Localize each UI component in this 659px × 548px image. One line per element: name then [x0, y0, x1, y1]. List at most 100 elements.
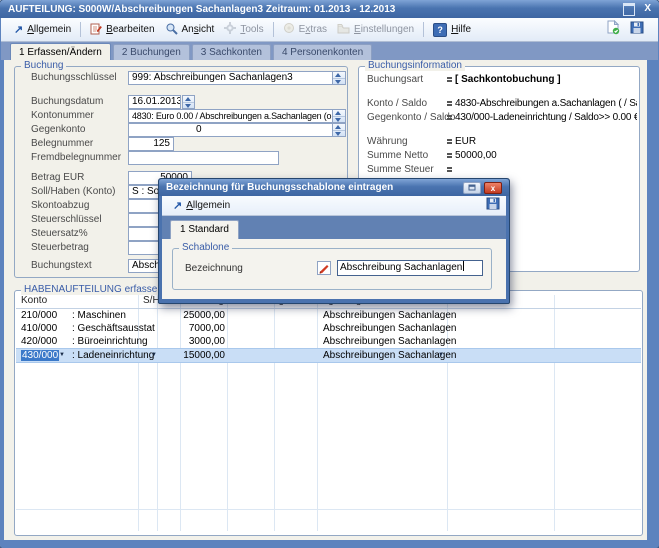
steuersatz-label: Steuersatz% [31, 228, 88, 239]
habenaufteilung-group-title: HABENAUFTEILUNG erfassen [21, 284, 166, 295]
fremdbelegnummer-input[interactable] [128, 151, 279, 165]
bezeichnung-value: Abschreibung Sachanlagen [340, 262, 462, 273]
dialog-title: Bezeichnung für Buchungsschablone eintra… [166, 182, 393, 193]
menu-einstellungen-label: Einstellungen [354, 24, 414, 35]
konto-saldo-value: 4830-Abschreibungen a.Sachanlagen ( / Sa… [455, 98, 637, 109]
menu-ansicht-label: Ansicht [182, 24, 215, 35]
dialog-tab-strip: 1 Standard [162, 216, 506, 239]
spinner-icon[interactable] [332, 124, 345, 136]
dialog-restore-icon[interactable] [463, 182, 481, 194]
buchungsart-label: Buchungsart [367, 74, 423, 85]
menu-extras: Extras [278, 20, 332, 39]
table-row-selected[interactable]: 430/000 ▼ : Ladeneinrichtung ▼ 15000,00 … [16, 348, 641, 363]
toolbar-separator [423, 22, 424, 37]
cell-netto: 15000,00 [166, 349, 225, 362]
cell-netto: 3000,00 [166, 335, 225, 348]
soll-haben-label: Soll/Haben (Konto) [31, 186, 116, 197]
menu-ansicht[interactable]: Ansicht [160, 20, 220, 40]
cell-name: : Büroeinrichtung [72, 335, 148, 348]
bezeichnung-label: Bezeichnung [185, 263, 243, 274]
window-titlebar[interactable]: AUFTEILUNG: S000W/Abschreibungen Sachanl… [0, 0, 659, 18]
window-title: AUFTEILUNG: S000W/Abschreibungen Sachanl… [8, 4, 395, 15]
spinner-icon[interactable] [332, 110, 345, 122]
kontonummer-value: 4830: Euro 0.00 / Abschreibungen a.Sacha… [132, 110, 331, 122]
bullet-icon [447, 77, 452, 79]
toolbar-separator [273, 22, 274, 37]
bullet-icon [447, 139, 452, 141]
buchungsart-value: [ Sachkontobuchung ] [455, 74, 561, 85]
save-button[interactable] [630, 21, 644, 39]
cell-konto: 210/000 [21, 309, 57, 322]
new-document-button[interactable] [606, 20, 620, 40]
buchung-group-title: Buchung [21, 60, 66, 71]
skontoabzug-label: Skontoabzug [31, 200, 89, 211]
table-row[interactable]: 210/000 : Maschinen 25000,00 Abschreibun… [16, 309, 641, 322]
summe-netto-value: 50000,00 [455, 150, 497, 161]
app-window: AUFTEILUNG: S000W/Abschreibungen Sachanl… [0, 0, 659, 548]
cell-konto-selected[interactable]: 430/000 [21, 349, 57, 362]
menu-allgemein-label: Allgemein [27, 24, 71, 35]
tab-sachkonten[interactable]: 3 Sachkonten [192, 44, 271, 60]
summe-steuer-label: Summe Steuer [367, 164, 434, 175]
menu-bearbeiten[interactable]: Bearbeiten [85, 20, 159, 40]
bullet-icon [447, 101, 452, 103]
edit-pencil-icon[interactable] [317, 261, 331, 275]
tab-personenkonten[interactable]: 4 Personenkonten [273, 44, 372, 60]
bullet-icon [447, 167, 452, 169]
restore-icon[interactable] [623, 3, 635, 16]
waehrung-value: EUR [455, 136, 476, 147]
dropdown-arrow-icon[interactable]: ▼ [151, 349, 157, 362]
gegenkonto-saldo-value: 430/000-Ladeneinrichtung / Saldo>> 0.00 … [455, 112, 637, 123]
extras-icon [283, 22, 295, 37]
buchungsschluessel-combo[interactable]: 999: Abschreibungen Sachanlagen3 [128, 71, 346, 85]
spinner-icon[interactable] [182, 95, 195, 109]
table-row[interactable]: 410/000 : Geschäftsausstat 7000,00 Absch… [16, 322, 641, 335]
bullet-icon [447, 115, 452, 117]
menu-bearbeiten-label: Bearbeiten [106, 24, 154, 35]
dropdown-arrow-icon[interactable]: ▼ [438, 349, 444, 362]
buchungsdatum-input[interactable]: 16.01.2013 /Mi [128, 95, 181, 109]
tab-buchungen[interactable]: 2 Buchungen [113, 44, 190, 60]
dialog-toolbar: ↗ Allgemein [162, 196, 506, 216]
belegnummer-label: Belegnummer [31, 138, 93, 149]
fremdbelegnummer-label: Fremdbelegnummer [31, 152, 121, 163]
cell-konto: 410/000 [21, 322, 57, 335]
close-icon[interactable]: X [644, 4, 651, 14]
dialog-close-icon[interactable]: x [484, 182, 502, 194]
text-cursor [463, 261, 464, 271]
grid-line [16, 509, 641, 510]
cell-buchungstext: Abschreibungen Sachanlagen [323, 349, 456, 362]
kontonummer-label: Kontonummer [31, 110, 94, 121]
menu-hilfe[interactable]: ? Hilfe [428, 21, 476, 39]
dialog-content: Schablone Bezeichnung Abschreibung Sacha… [162, 239, 506, 299]
menu-tools-label: Tools [240, 24, 263, 35]
dialog-menu-allgemein[interactable]: ↗ Allgemein [168, 198, 235, 213]
cell-netto: 25000,00 [166, 309, 225, 322]
belegnummer-input[interactable]: 125 [128, 137, 174, 151]
dialog-tab-standard[interactable]: 1 Standard [170, 220, 239, 239]
column-header-konto[interactable]: Konto [21, 295, 47, 306]
buchungsdatum-value: 16.01.2013 /Mi [132, 96, 181, 107]
menu-allgemein[interactable]: ↗ Allgemein [9, 22, 76, 37]
arrow-ne-icon: ↗ [14, 25, 23, 35]
dialog-save-button[interactable] [486, 197, 500, 215]
buchungsschluessel-label: Buchungsschlüssel [31, 72, 117, 83]
habenaufteilung-groupbox: HABENAUFTEILUNG erfassen Konto S/H St Ne… [14, 290, 643, 536]
waehrung-label: Währung [367, 136, 408, 147]
table-row[interactable]: 420/000 : Büroeinrichtung 3000,00 Abschr… [16, 335, 641, 348]
cell-name: : Ladeneinrichtung [72, 349, 154, 362]
cell-netto: 7000,00 [166, 322, 225, 335]
belegnummer-value: 125 [153, 138, 170, 149]
tab-erfassen-aendern[interactable]: 1 Erfassen/Ändern [10, 43, 111, 60]
spinner-icon[interactable] [332, 72, 345, 84]
gegenkonto-combo[interactable]: 0 [128, 123, 346, 137]
bezeichnung-input[interactable]: Abschreibung Sachanlagen [337, 260, 483, 276]
gegenkonto-label: Gegenkonto [31, 124, 86, 135]
dropdown-arrow-icon[interactable]: ▼ [59, 349, 65, 362]
dialog-titlebar[interactable]: Bezeichnung für Buchungsschablone eintra… [159, 179, 509, 196]
menu-hilfe-label: Hilfe [451, 24, 471, 35]
schablone-group-title: Schablone [179, 242, 232, 253]
buchungsinformation-group-title: Buchungsinformation [365, 60, 465, 71]
cell-buchungstext: Abschreibungen Sachanlagen [323, 322, 456, 335]
kontonummer-combo[interactable]: 4830: Euro 0.00 / Abschreibungen a.Sacha… [128, 109, 346, 123]
